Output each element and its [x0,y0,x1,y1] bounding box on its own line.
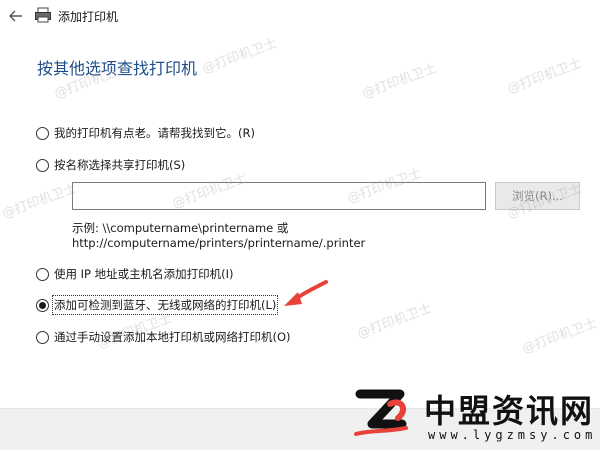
watermark: @打印机卫士 [520,315,599,357]
watermark: @打印机卫士 [360,60,439,102]
site-logo: 中盟资讯网 www.lygzmsy.com [350,380,600,450]
example-line-1: 示例: \\computername\printername 或 [72,221,289,235]
option-shared-by-name-label: 按名称选择共享打印机(S) [54,158,186,172]
browse-button[interactable]: 浏览(R)... [495,182,580,210]
watermark: @打印机卫士 [0,180,79,222]
option-ip-hostname[interactable]: 使用 IP 地址或主机名添加打印机(I) [36,265,234,283]
logo-name: 中盟资讯网 [424,392,595,430]
printer-icon [34,6,52,24]
window-title: 添加打印机 [58,10,119,24]
back-button[interactable] [6,6,26,26]
logo-url: www.lygzmsy.com [428,428,597,442]
option-ip-hostname-label: 使用 IP 地址或主机名添加打印机(I) [54,267,234,281]
option-bluetooth-wireless[interactable]: 添加可检测到蓝牙、无线或网络的打印机(L) [36,295,279,315]
radio-bluetooth-wireless[interactable] [36,298,49,312]
back-arrow-icon [9,10,22,22]
page-heading: 按其他选项查找打印机 [37,59,198,78]
radio-ip-hostname[interactable] [36,267,49,281]
watermark: @打印机卫士 [355,300,434,342]
example-line-2: http://computername/printers/printername… [72,236,366,250]
option-old-printer[interactable]: 我的打印机有点老。请帮我找到它。(R) [36,124,255,142]
watermark: @打印机卫士 [505,55,584,97]
option-manual-setup[interactable]: 通过手动设置添加本地打印机或网络打印机(O) [36,328,291,346]
title-bar: 添加打印机 [0,0,600,32]
option-shared-by-name[interactable]: 按名称选择共享打印机(S) [36,156,185,174]
logo-mark-icon [354,389,408,436]
radio-shared-by-name[interactable] [36,158,49,172]
share-name-input[interactable] [72,182,486,210]
radio-manual-setup[interactable] [36,330,49,344]
option-manual-setup-label: 通过手动设置添加本地打印机或网络打印机(O) [54,330,291,344]
radio-old-printer[interactable] [36,126,49,140]
option-old-printer-label: 我的打印机有点老。请帮我找到它。(R) [54,126,255,140]
option-bluetooth-wireless-label: 添加可检测到蓝牙、无线或网络的打印机(L) [51,295,279,315]
watermark: @打印机卫士 [200,35,279,77]
red-arrow-icon [284,280,328,306]
